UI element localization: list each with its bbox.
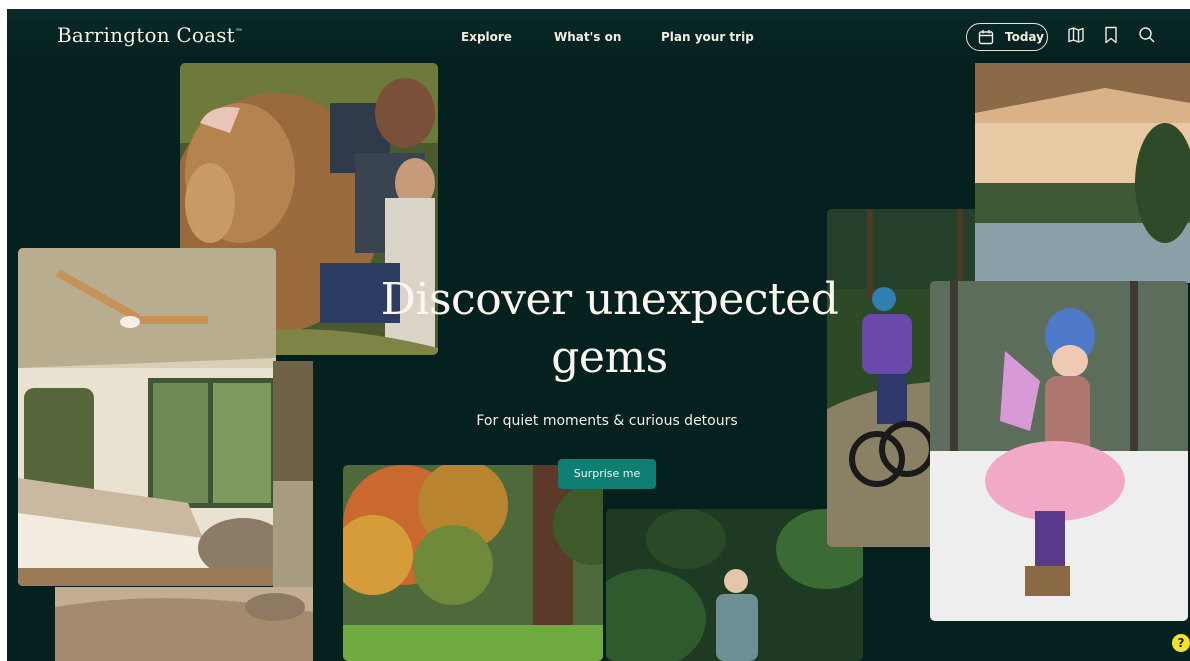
search-icon[interactable]: [1138, 26, 1156, 48]
today-label: Today: [1005, 30, 1044, 44]
today-button[interactable]: Today: [966, 23, 1048, 51]
rainforest-hiker-photo[interactable]: [606, 509, 863, 661]
trademark-mark: ™: [234, 27, 244, 37]
tent-lake-view-photo[interactable]: [975, 63, 1190, 283]
hero-subtitle: For quiet moments & curious detours: [476, 413, 738, 429]
glamping-tent-interior-photo[interactable]: [18, 248, 276, 586]
hero-title-line2: gems: [551, 332, 668, 383]
top-navigation-bar: Barrington Coast™ Explore What's on Plan…: [7, 9, 1190, 63]
surprise-me-button[interactable]: Surprise me: [558, 459, 656, 489]
hero-title: Discover unexpected gems: [337, 271, 882, 387]
brand-logo[interactable]: Barrington Coast™: [57, 23, 243, 47]
nav-whats-on[interactable]: What's on: [554, 30, 621, 44]
bed-linen-photo[interactable]: [55, 587, 313, 661]
bookmark-icon[interactable]: [1103, 26, 1119, 48]
autumn-park-photo[interactable]: [343, 465, 603, 661]
calendar-icon: [978, 29, 994, 48]
map-icon[interactable]: [1067, 26, 1085, 48]
brand-name: Barrington Coast: [57, 23, 235, 47]
page-frame: Discover unexpected gems For quiet momen…: [7, 9, 1190, 661]
hero-title-line1: Discover unexpected: [380, 274, 839, 325]
nav-plan-your-trip[interactable]: Plan your trip: [661, 30, 754, 44]
nav-explore[interactable]: Explore: [461, 30, 512, 44]
snow-fairy-girl-photo[interactable]: [930, 281, 1188, 621]
accessibility-help-icon[interactable]: ?: [1172, 634, 1190, 652]
